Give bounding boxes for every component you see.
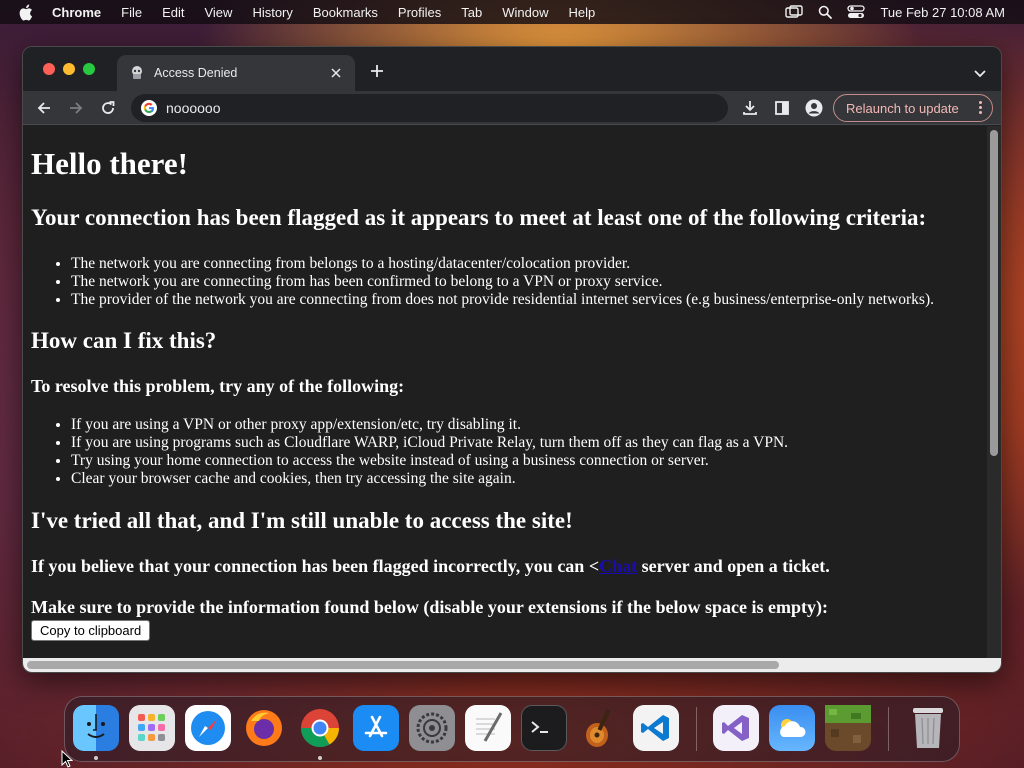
horizontal-scroll-thumb[interactable] <box>27 661 779 669</box>
menu-file[interactable]: File <box>121 5 142 20</box>
copy-to-clipboard-button[interactable]: Copy to clipboard <box>31 620 151 641</box>
weather-icon[interactable] <box>769 705 815 751</box>
new-tab-icon[interactable] <box>369 63 385 79</box>
criteria-list: The network you are connecting from belo… <box>71 255 934 309</box>
fix-subheading: To resolve this problem, try any of the … <box>31 376 405 396</box>
criteria-heading: Your connection has been flagged as it a… <box>31 205 927 230</box>
incorrect-suffix: server and open a ticket. <box>637 556 830 576</box>
trash-icon[interactable] <box>905 705 951 751</box>
page-viewport: Hello there! Your connection has been fl… <box>23 126 989 658</box>
horizontal-scrollbar[interactable] <box>23 658 989 672</box>
list-item: The network you are connecting from belo… <box>71 255 934 273</box>
relaunch-label: Relaunch to update <box>846 100 959 116</box>
minimize-window-button[interactable] <box>63 63 75 75</box>
close-window-button[interactable] <box>43 63 55 75</box>
firefox-icon[interactable] <box>241 705 287 751</box>
menu-view[interactable]: View <box>204 5 232 20</box>
menu-edit[interactable]: Edit <box>162 5 184 20</box>
download-icon[interactable] <box>741 99 759 117</box>
zoom-window-button[interactable] <box>83 63 95 75</box>
spotlight-search-icon[interactable] <box>818 5 833 19</box>
tab-search-chevron-icon[interactable] <box>973 65 987 78</box>
tried-heading: I've tried all that, and I'm still unabl… <box>31 508 573 533</box>
dock <box>64 696 960 762</box>
mouse-cursor-icon <box>61 749 74 768</box>
tab-strip: Access Denied <box>23 47 1001 91</box>
garageband-icon[interactable] <box>577 705 623 751</box>
visual-studio-icon[interactable] <box>713 705 759 751</box>
menu-help[interactable]: Help <box>569 5 596 20</box>
info-heading: Make sure to provide the information fou… <box>31 597 829 617</box>
tab-favicon-icon <box>129 65 145 81</box>
menu-window[interactable]: Window <box>502 5 548 20</box>
list-item: The network you are connecting from has … <box>71 273 934 291</box>
app-store-icon[interactable] <box>353 705 399 751</box>
browser-toolbar: noooooo Relaunch to update <box>23 91 1001 125</box>
relaunch-to-update-button[interactable]: Relaunch to update <box>833 94 993 122</box>
chrome-icon[interactable] <box>297 705 343 751</box>
vscode-icon[interactable] <box>633 705 679 751</box>
list-item: Try using your home connection to access… <box>71 452 788 470</box>
profile-avatar-icon[interactable] <box>805 99 823 117</box>
page-heading: Hello there! <box>31 146 188 181</box>
dock-separator <box>888 707 889 751</box>
chat-link[interactable]: Chat <box>599 556 637 576</box>
minecraft-icon[interactable] <box>825 705 871 751</box>
menu-profiles[interactable]: Profiles <box>398 5 441 20</box>
menu-history[interactable]: History <box>252 5 292 20</box>
menu-app-name[interactable]: Chrome <box>52 5 101 20</box>
incorrect-prefix: If you believe that your connection has … <box>31 556 600 576</box>
vertical-scroll-thumb[interactable] <box>990 130 998 456</box>
address-bar[interactable]: noooooo <box>131 94 728 122</box>
finder-icon[interactable] <box>73 705 119 751</box>
dock-separator <box>696 707 697 751</box>
fix-heading: How can I fix this? <box>31 328 217 353</box>
tab-title: Access Denied <box>154 66 238 80</box>
terminal-icon[interactable] <box>521 705 567 751</box>
menu-bar: Chrome File Edit View History Bookmarks … <box>0 0 1024 24</box>
menu-tab[interactable]: Tab <box>461 5 482 20</box>
fix-list: If you are using a VPN or other proxy ap… <box>71 416 788 488</box>
forward-arrow-icon[interactable] <box>67 99 85 117</box>
incorrect-flag-text: If you believe that your connection has … <box>31 556 830 577</box>
tab-access-denied[interactable]: Access Denied <box>117 55 355 91</box>
list-item: The provider of the network you are conn… <box>71 291 934 309</box>
browser-window: Access Denied noooooo Relaunch to update… <box>22 46 1002 673</box>
menu-bookmarks[interactable]: Bookmarks <box>313 5 378 20</box>
scrollbar-corner <box>987 658 1001 672</box>
launchpad-icon[interactable] <box>129 705 175 751</box>
more-menu-icon[interactable] <box>979 101 982 114</box>
textedit-icon[interactable] <box>465 705 511 751</box>
system-settings-icon[interactable] <box>409 705 455 751</box>
safari-icon[interactable] <box>185 705 231 751</box>
screen-mirroring-icon[interactable] <box>785 5 804 19</box>
apple-menu-icon[interactable] <box>18 3 36 21</box>
reload-icon[interactable] <box>99 99 117 117</box>
address-text: noooooo <box>166 100 221 116</box>
list-item: If you are using programs such as Cloudf… <box>71 434 788 452</box>
list-item: Clear your browser cache and cookies, th… <box>71 470 788 488</box>
side-panel-icon[interactable] <box>773 99 791 117</box>
clock[interactable]: Tue Feb 27 10:08 AM <box>880 5 1005 20</box>
tab-close-icon[interactable] <box>327 64 345 82</box>
control-center-icon[interactable] <box>847 5 866 19</box>
finder-running-dot <box>94 756 98 760</box>
back-arrow-icon[interactable] <box>35 99 53 117</box>
google-g-icon <box>141 100 157 116</box>
vertical-scrollbar[interactable] <box>987 126 1001 658</box>
list-item: If you are using a VPN or other proxy ap… <box>71 416 788 434</box>
chrome-running-dot <box>318 756 322 760</box>
